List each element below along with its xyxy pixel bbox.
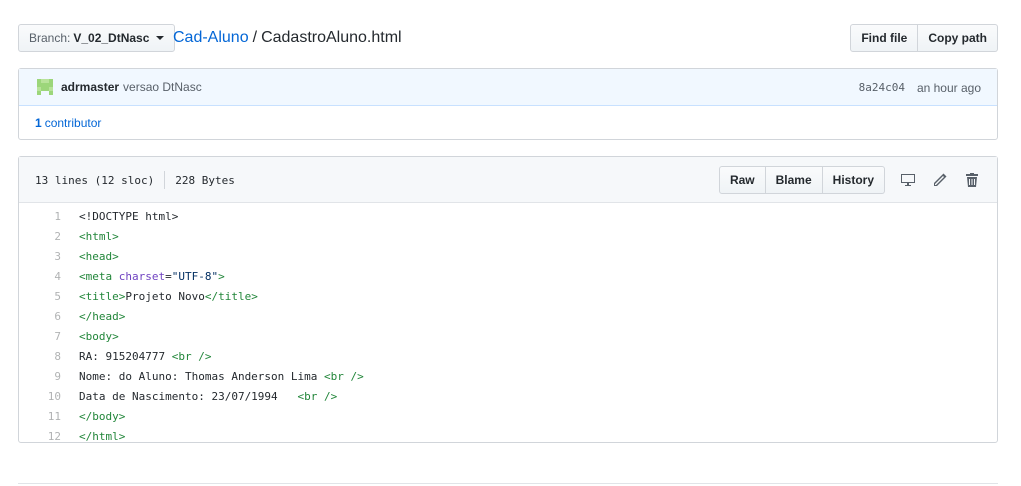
file-info-divider xyxy=(164,171,166,189)
file-viewer: 13 lines (12 sloc) 228 Bytes Raw Blame H… xyxy=(18,156,998,443)
line-number[interactable]: 3 xyxy=(19,250,79,263)
line-number[interactable]: 2 xyxy=(19,230,79,243)
commit-meta: 8a24c04 an hour ago xyxy=(859,69,981,106)
file-nav-buttons: Find file Copy path xyxy=(850,24,998,52)
commit-sha-link[interactable]: 8a24c04 xyxy=(859,81,905,94)
breadcrumb: Cad-Aluno / CadastroAluno.html xyxy=(173,27,402,49)
caret-down-icon xyxy=(156,36,165,40)
line-content: <body> xyxy=(79,329,119,343)
line-number[interactable]: 6 xyxy=(19,310,79,323)
commit-message-link[interactable]: versao DtNasc xyxy=(123,80,202,94)
blame-button[interactable]: Blame xyxy=(765,166,823,194)
breadcrumb-separator: / xyxy=(252,29,258,46)
breadcrumb-file: CadastroAluno.html xyxy=(261,29,402,46)
avatar[interactable] xyxy=(35,77,55,97)
code-line: 9 Nome: do Aluno: Thomas Anderson Lima <b… xyxy=(19,366,997,386)
branch-select-button[interactable]: Branch: V_02_DtNasc xyxy=(18,24,176,52)
line-content: <head> xyxy=(79,249,119,263)
line-content: <!DOCTYPE html> xyxy=(79,209,179,223)
code-listing: 1 <!DOCTYPE html> 2 <html> 3 <head> 4 <meta cha… xyxy=(19,203,997,446)
history-button[interactable]: History xyxy=(822,166,885,194)
line-number[interactable]: 9 xyxy=(19,370,79,383)
desktop-icon[interactable] xyxy=(899,171,917,189)
code-line: 5 <title>Projeto Novo</title> xyxy=(19,286,997,306)
code-line: 6 </head> xyxy=(19,306,997,326)
line-number[interactable]: 1 xyxy=(19,210,79,223)
code-line: 4 <meta charset="UTF-8"> xyxy=(19,266,997,286)
file-action-buttons: Raw Blame History xyxy=(718,166,885,194)
line-number[interactable]: 11 xyxy=(19,410,79,423)
line-number[interactable]: 12 xyxy=(19,430,79,443)
contributors-link[interactable]: 1 contributor xyxy=(19,106,997,140)
line-content: </body> xyxy=(79,409,126,423)
line-content: </head> xyxy=(79,309,126,323)
trash-icon[interactable] xyxy=(963,171,981,189)
raw-button[interactable]: Raw xyxy=(718,166,766,194)
line-content: </html> xyxy=(79,429,126,443)
line-number[interactable]: 7 xyxy=(19,330,79,343)
file-header: 13 lines (12 sloc) 228 Bytes Raw Blame H… xyxy=(19,157,997,203)
file-navigation: Branch: V_02_DtNasc Cad-Aluno / CadastroAl… xyxy=(18,24,998,53)
commit-author-link[interactable]: adrmaster xyxy=(61,80,119,94)
code-line: 2 <html> xyxy=(19,226,997,246)
code-line: 12 </html> xyxy=(19,426,997,446)
line-content: Data de Nascimento: 23/07/1994 <br /> xyxy=(79,389,338,403)
line-number[interactable]: 10 xyxy=(19,390,79,403)
code-line: 10 Data de Nascimento: 23/07/1994 <br /> xyxy=(19,386,997,406)
line-content: RA: 915204777 <br /> xyxy=(79,349,212,363)
line-content: <meta charset="UTF-8"> xyxy=(79,269,225,283)
line-number[interactable]: 4 xyxy=(19,270,79,283)
line-number[interactable]: 5 xyxy=(19,290,79,303)
branch-label: Branch: xyxy=(29,31,71,45)
code-line: 8 RA: 915204777 <br /> xyxy=(19,346,997,366)
contributors-label: contributor xyxy=(44,116,102,130)
file-info: 13 lines (12 sloc) 228 Bytes xyxy=(35,157,235,203)
commit-header: adrmaster versao DtNasc 8a24c04 an hour … xyxy=(19,69,997,106)
line-content: Nome: do Aluno: Thomas Anderson Lima <br… xyxy=(79,369,364,383)
copy-path-button[interactable]: Copy path xyxy=(918,24,998,52)
file-actions: Raw Blame History xyxy=(718,166,981,194)
pencil-icon[interactable] xyxy=(931,171,949,189)
contributors-count: 1 xyxy=(35,116,42,130)
commit-time: an hour ago xyxy=(916,80,981,95)
line-content: <html> xyxy=(79,229,119,243)
line-number[interactable]: 8 xyxy=(19,350,79,363)
code-line: 1 <!DOCTYPE html> xyxy=(19,206,997,226)
find-file-button[interactable]: Find file xyxy=(850,24,919,52)
footer-divider xyxy=(18,483,998,484)
code-line: 7 <body> xyxy=(19,326,997,346)
branch-name: V_02_DtNasc xyxy=(73,31,150,45)
code-line: 3 <head> xyxy=(19,246,997,266)
commit-tease: adrmaster versao DtNasc 8a24c04 an hour … xyxy=(18,68,998,140)
code-line: 11 </body> xyxy=(19,406,997,426)
line-content: <title>Projeto Novo</title> xyxy=(79,289,258,303)
file-line-count: 13 lines (12 sloc) xyxy=(35,173,155,187)
breadcrumb-repo-link[interactable]: Cad-Aluno xyxy=(173,29,249,46)
file-size: 228 Bytes xyxy=(175,173,235,187)
